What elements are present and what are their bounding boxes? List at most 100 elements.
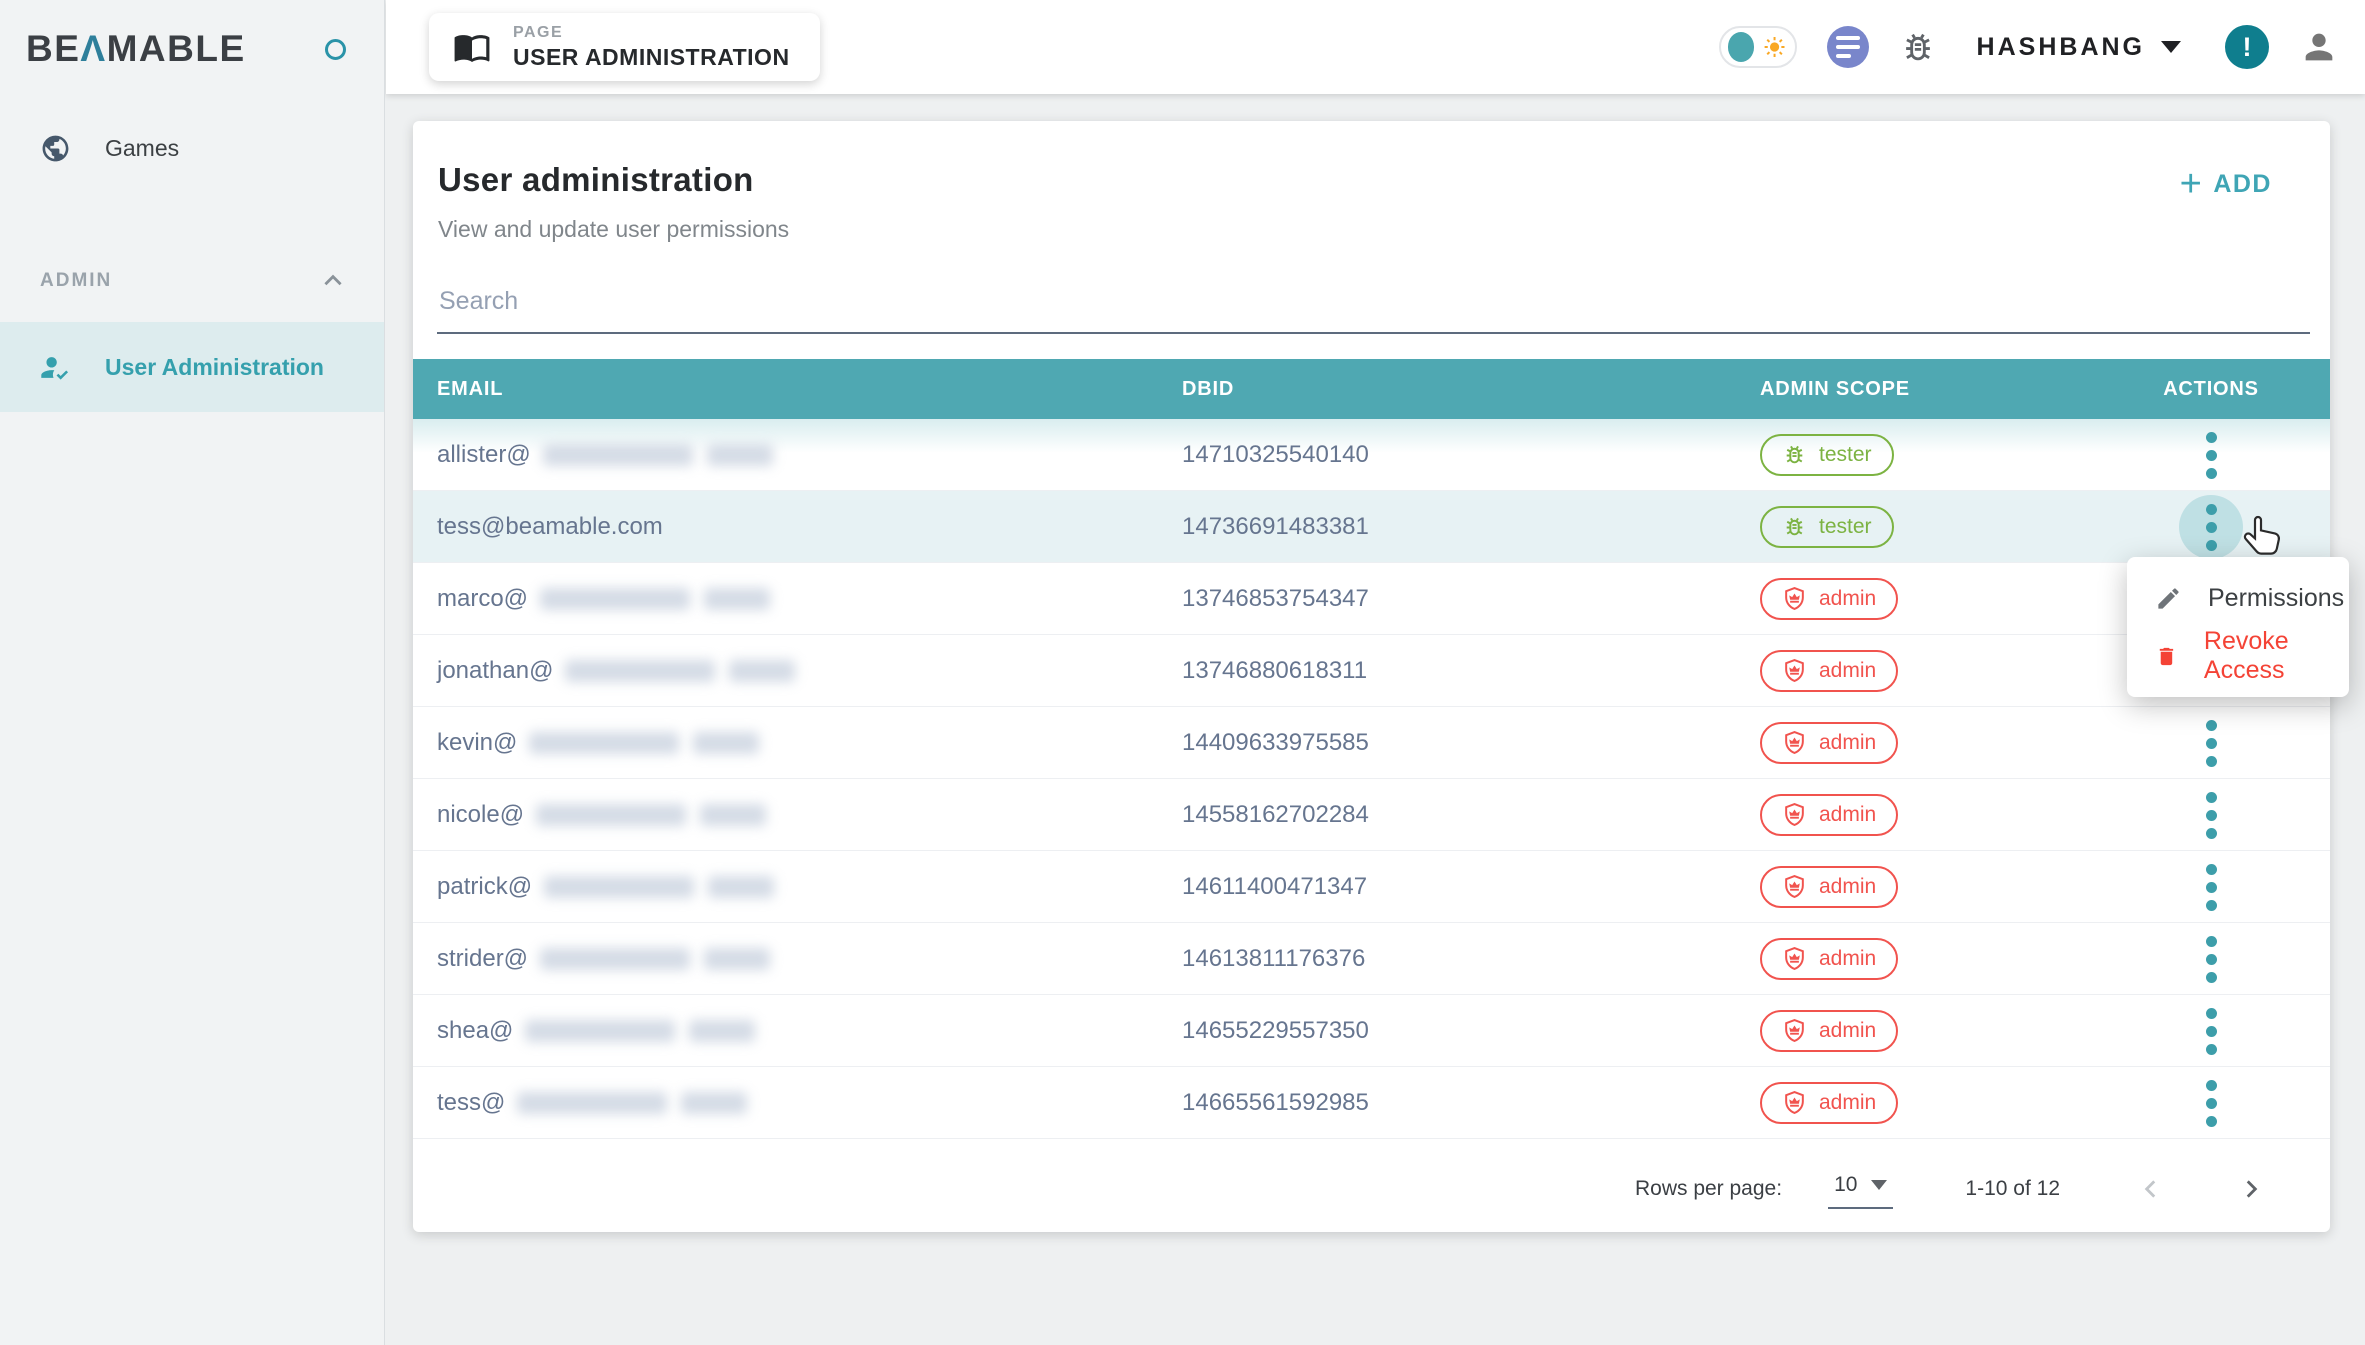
search-input[interactable] [437,281,2310,332]
scope-badge-label: tester [1819,443,1872,467]
admin-scope-cell: admin [1760,1082,2116,1124]
menu-item-label: Permissions [2208,584,2344,613]
row-actions-kebab-button[interactable] [2179,495,2243,559]
alert-badge-button[interactable]: ! [2225,25,2269,69]
row-actions-context-menu: Permissions Revoke Access [2127,557,2349,697]
email-cell: jonathan@ [413,657,1182,685]
blurred-text-segment [536,804,686,826]
dbid-cell: 14655229557350 [1182,1017,1760,1045]
blurred-email-domain [565,660,795,682]
row-actions-kebab-button[interactable] [2179,783,2243,847]
scope-badge: admin [1760,650,1898,692]
chevron-right-icon [2238,1176,2264,1202]
activity-log-button[interactable] [1827,26,1869,68]
row-actions-kebab-button[interactable] [2179,711,2243,775]
actions-cell [2116,782,2306,848]
blurred-text-segment [565,660,715,682]
actions-cell [2116,494,2306,560]
theme-toggle[interactable] [1719,26,1797,68]
chevron-down-icon [2161,41,2181,53]
blurred-text-segment [707,444,773,466]
shield-crown-icon [1782,946,1807,971]
page-title: USER ADMINISTRATION [513,44,790,71]
row-actions-kebab-button[interactable] [2179,1071,2243,1135]
blurred-text-segment [729,660,795,682]
sidebar-item-games[interactable]: Games [0,116,384,180]
row-actions-kebab-button[interactable] [2179,927,2243,991]
sidebar-section-admin[interactable]: ADMIN [0,256,384,306]
email-cell: marco@ [413,585,1182,613]
scope-badge-label: admin [1819,731,1876,755]
next-page-button[interactable] [2224,1176,2278,1202]
scope-badge: tester [1760,434,1894,476]
row-actions-kebab-button[interactable] [2179,855,2243,919]
dbid-cell: 14611400471347 [1182,873,1760,901]
blurred-text-segment [544,876,694,898]
row-actions-kebab-button[interactable] [2179,423,2243,487]
menu-item-revoke-access[interactable]: Revoke Access [2127,627,2349,685]
book-icon [453,28,491,66]
table-body: allister@ 14710325540140 tester tess@bea… [413,419,2330,1139]
list-icon [1836,54,1851,58]
logo-caret: Λ [80,28,106,69]
scope-badge-label: admin [1819,1019,1876,1043]
table-row: shea@ 14655229557350 admin [413,995,2330,1067]
page-breadcrumb-chip[interactable]: PAGE USER ADMINISTRATION [429,13,820,81]
user-icon[interactable] [2299,27,2339,67]
blurred-text-segment [529,732,679,754]
beamable-admin-page: BEΛMABLE Games ADMIN User Administration… [0,0,2365,1345]
admin-scope-cell: admin [1760,794,2116,836]
bug-icon[interactable] [1899,28,1937,66]
blurred-text-segment [704,588,770,610]
org-switcher[interactable]: HASHBANG [1977,33,2181,62]
topbar: PAGE USER ADMINISTRATION HASHBANG ! [386,0,2365,94]
email-text: allister@ [437,441,531,469]
row-actions-kebab-button[interactable] [2179,999,2243,1063]
dbid-cell: 14409633975585 [1182,729,1760,757]
blurred-text-segment [704,948,770,970]
table-row: tess@ 14665561592985 admin [413,1067,2330,1139]
blurred-email-domain [517,1092,747,1114]
bug-icon [1782,442,1807,467]
email-cell: kevin@ [413,729,1182,757]
blurred-text-segment [700,804,766,826]
beamable-logo: BEΛMABLE [26,28,246,70]
org-name: HASHBANG [1977,33,2145,62]
list-icon [1836,36,1860,40]
blurred-text-segment [543,444,693,466]
scope-badge: admin [1760,866,1898,908]
column-header-dbid: DBID [1182,378,1760,401]
email-text: kevin@ [437,729,517,757]
actions-cell [2116,926,2306,992]
rows-per-page-select[interactable]: 10 [1828,1169,1893,1209]
actions-cell [2116,854,2306,920]
email-cell: tess@beamable.com [413,513,1182,541]
plus-icon: + [2180,169,2204,199]
card-title: User administration [438,161,754,199]
email-text: tess@beamable.com [437,513,663,541]
shield-crown-icon [1782,658,1807,683]
sidebar-item-user-administration[interactable]: User Administration [0,322,384,412]
shield-crown-icon [1782,1090,1807,1115]
admin-scope-cell: admin [1760,650,2116,692]
admin-scope-cell: admin [1760,1010,2116,1052]
bug-icon [1782,514,1807,539]
scope-badge-label: admin [1819,947,1876,971]
scope-badge-label: admin [1819,659,1876,683]
column-header-admin-scope: ADMIN SCOPE [1760,378,2116,401]
scope-badge-label: admin [1819,1091,1876,1115]
scope-badge: admin [1760,722,1898,764]
shield-crown-icon [1782,802,1807,827]
blurred-text-segment [681,1092,747,1114]
blurred-text-segment [708,876,774,898]
table-row: kevin@ 14409633975585 admin [413,707,2330,779]
column-header-email: EMAIL [413,378,1182,401]
previous-page-button[interactable] [2124,1176,2178,1202]
menu-item-permissions[interactable]: Permissions [2127,569,2349,627]
table-row: tess@beamable.com 14736691483381 tester [413,491,2330,563]
dbid-cell: 14710325540140 [1182,441,1760,469]
section-label: ADMIN [40,270,112,292]
dbid-cell: 13746853754347 [1182,585,1760,613]
add-user-button[interactable]: + ADD [2180,169,2272,199]
actions-cell [2116,1070,2306,1136]
